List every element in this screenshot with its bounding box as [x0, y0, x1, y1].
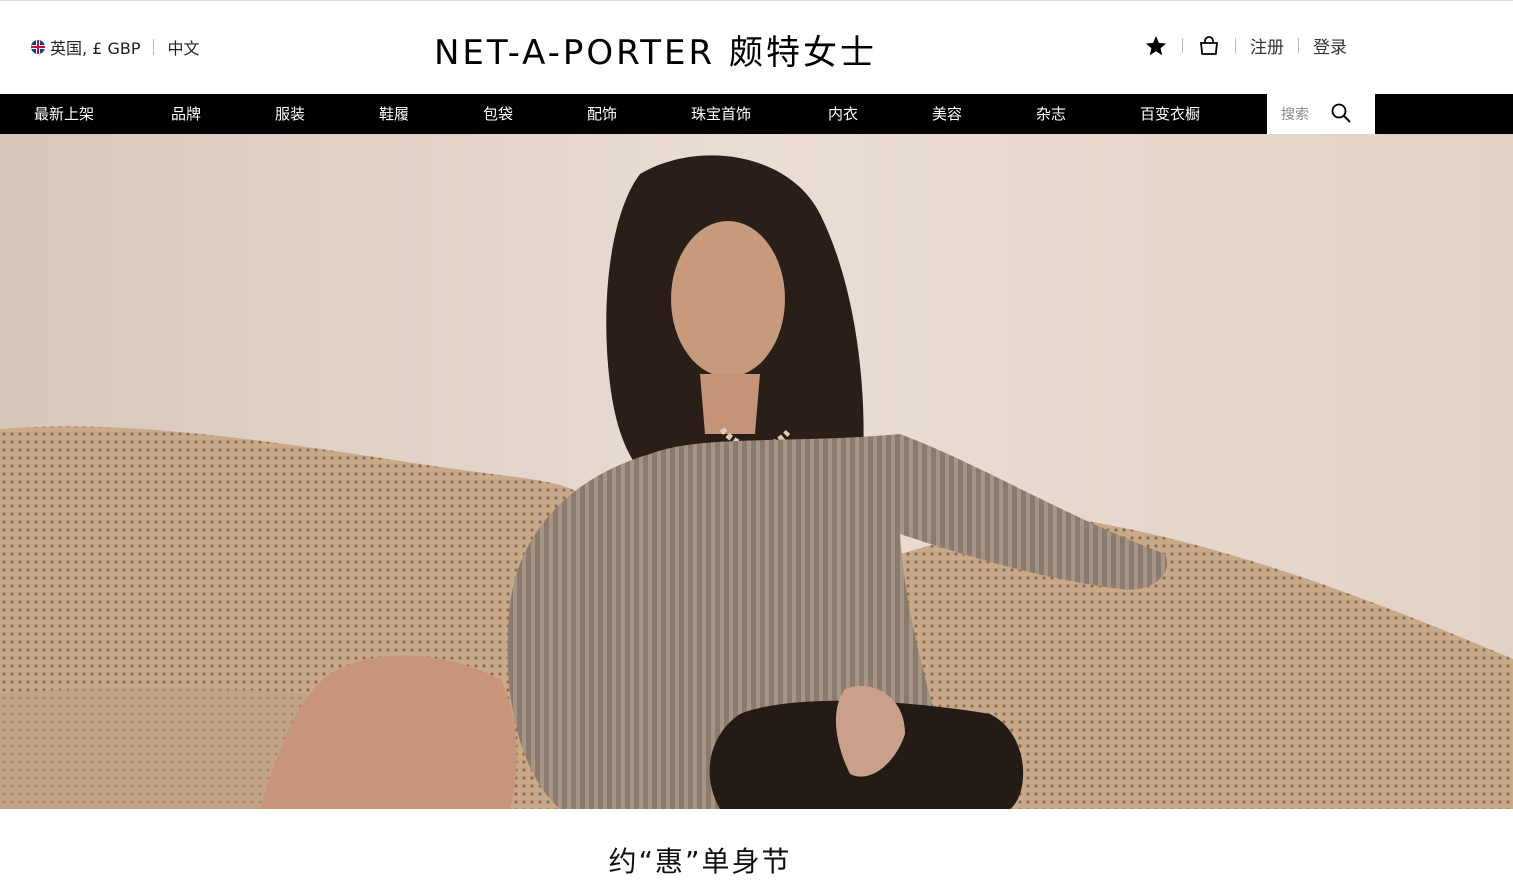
- language-selector[interactable]: 中文: [167, 35, 199, 59]
- promo-title[interactable]: 约“惠”单身节: [0, 840, 1400, 880]
- nav-item-bags[interactable]: 包袋: [483, 94, 513, 134]
- nav-item-brands[interactable]: 品牌: [171, 94, 201, 134]
- nav-item-jewelry[interactable]: 珠宝首饰: [691, 94, 751, 134]
- hero-photo-illustration: [0, 134, 1513, 809]
- login-link[interactable]: 登录: [1313, 33, 1347, 58]
- nav-item-beauty[interactable]: 美容: [932, 94, 962, 134]
- user-actions: 注册 登录: [1144, 33, 1347, 58]
- nav-item-new-arrivals[interactable]: 最新上架: [34, 94, 94, 134]
- nav-item-shoes[interactable]: 鞋履: [379, 94, 409, 134]
- divider: [1298, 38, 1299, 53]
- divider: [1182, 38, 1183, 53]
- hero-image[interactable]: [0, 134, 1513, 809]
- register-link[interactable]: 注册: [1250, 33, 1284, 58]
- currency-label[interactable]: 英国, £ GBP: [50, 35, 140, 59]
- star-icon[interactable]: [1144, 34, 1168, 58]
- nav-item-accessories[interactable]: 配饰: [587, 94, 617, 134]
- locale-selector[interactable]: 英国, £ GBP 中文: [31, 35, 199, 59]
- divider: [153, 39, 155, 55]
- top-header: 英国, £ GBP 中文 NET-A-PORTER 颇特女士 注册 登录: [0, 0, 1513, 94]
- divider: [1235, 38, 1236, 53]
- uk-flag-icon: [31, 40, 45, 54]
- nav-item-clothing[interactable]: 服装: [275, 94, 305, 134]
- nav-item-lingerie[interactable]: 内衣: [828, 94, 858, 134]
- shopping-bag-icon[interactable]: [1197, 34, 1221, 58]
- site-logo[interactable]: NET-A-PORTER 颇特女士: [434, 25, 877, 74]
- search-box: [1267, 94, 1375, 134]
- nav-item-magazine[interactable]: 杂志: [1036, 94, 1066, 134]
- nav-item-wardrobe[interactable]: 百变衣橱: [1140, 94, 1200, 134]
- search-icon[interactable]: [1330, 102, 1352, 128]
